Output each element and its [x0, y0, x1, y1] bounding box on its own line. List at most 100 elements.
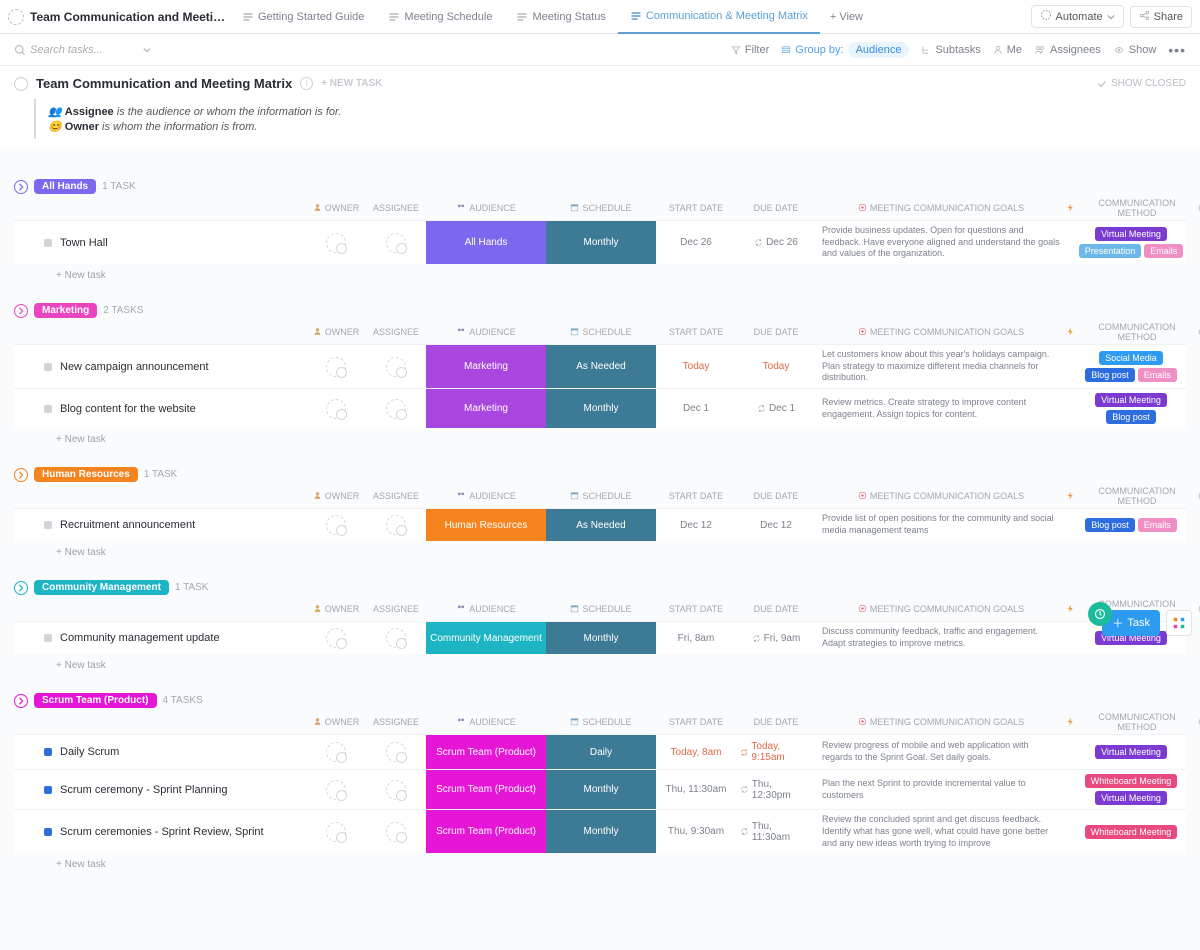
goals-cell[interactable]: Plan the next Sprint to provide incremen…: [816, 770, 1066, 809]
task-name-cell[interactable]: Community management update: [36, 622, 306, 654]
schedule-cell[interactable]: Monthly: [546, 221, 656, 264]
table-row[interactable]: Blog content for the websiteMarketingMon…: [14, 388, 1186, 428]
record-button[interactable]: [1088, 602, 1112, 626]
goals-cell[interactable]: Review progress of mobile and web applic…: [816, 735, 1066, 769]
owner-cell[interactable]: [306, 770, 366, 809]
avatar-placeholder-icon[interactable]: [326, 515, 346, 535]
add-column-button[interactable]: ⊕: [1196, 324, 1200, 340]
avatar-placeholder-icon[interactable]: [326, 822, 346, 842]
table-row[interactable]: Community management update Community Man…: [14, 621, 1186, 654]
task-name-cell[interactable]: Scrum ceremonies - Sprint Review, Sprint: [36, 810, 306, 853]
new-task-button[interactable]: + New task: [14, 428, 1186, 445]
table-row[interactable]: Town HallAll HandsMonthlyDec 26Dec 26Pro…: [14, 220, 1186, 264]
start-date-cell[interactable]: Thu, 11:30am: [656, 770, 736, 809]
schedule-cell[interactable]: Monthly: [546, 810, 656, 853]
collapse-icon[interactable]: [14, 581, 28, 595]
group-tag[interactable]: Human Resources: [34, 467, 138, 482]
method-tag[interactable]: Virtual Meeting: [1095, 745, 1167, 759]
new-task-header-button[interactable]: + NEW TASK: [321, 78, 382, 89]
group-header[interactable]: Marketing2 TASKS: [14, 303, 1186, 318]
schedule-cell[interactable]: Monthly: [546, 770, 656, 809]
status-square-icon[interactable]: [44, 634, 52, 642]
subtasks-button[interactable]: Subtasks: [915, 44, 986, 56]
more-menu[interactable]: •••: [1162, 42, 1192, 58]
collapse-icon[interactable]: [14, 468, 28, 482]
assignee-cell[interactable]: [366, 810, 426, 853]
new-task-button[interactable]: + New task: [14, 541, 1186, 558]
schedule-cell[interactable]: As Needed: [546, 509, 656, 541]
share-button[interactable]: Share: [1130, 6, 1192, 28]
start-date-cell[interactable]: Dec 1: [656, 389, 736, 428]
goals-cell[interactable]: Provide business updates. Open for quest…: [816, 221, 1066, 264]
due-date-cell[interactable]: Today, 9:15am: [736, 735, 816, 769]
status-square-icon[interactable]: [44, 748, 52, 756]
method-tag[interactable]: Virtual Meeting: [1095, 791, 1167, 805]
group-tag[interactable]: Community Management: [34, 580, 169, 595]
assignee-cell[interactable]: [366, 622, 426, 654]
avatar-placeholder-icon[interactable]: [386, 628, 406, 648]
audience-cell[interactable]: Marketing: [426, 389, 546, 428]
add-column-button[interactable]: ⊕: [1196, 714, 1200, 730]
group-header[interactable]: Community Management1 TASK: [14, 580, 1186, 595]
search-input[interactable]: Search tasks...: [8, 44, 143, 56]
assignee-cell[interactable]: [366, 221, 426, 264]
method-cell[interactable]: Blog postEmails: [1066, 509, 1196, 541]
start-date-cell[interactable]: Today: [656, 345, 736, 388]
avatar-placeholder-icon[interactable]: [386, 399, 406, 419]
table-row[interactable]: Daily Scrum Scrum Team (Product)Daily Toda…: [14, 734, 1186, 769]
collapse-icon[interactable]: [14, 304, 28, 318]
schedule-cell[interactable]: Daily: [546, 735, 656, 769]
task-name-cell[interactable]: Scrum ceremony - Sprint Planning: [36, 770, 306, 809]
me-button[interactable]: Me: [987, 44, 1028, 56]
add-column-button[interactable]: ⊕: [1196, 200, 1200, 216]
new-task-fab[interactable]: ＋Task: [1102, 610, 1160, 636]
goals-cell[interactable]: Let customers know about this year's hol…: [816, 345, 1066, 388]
schedule-cell[interactable]: Monthly: [546, 389, 656, 428]
method-tag[interactable]: Virtual Meeting: [1095, 227, 1167, 241]
audience-cell[interactable]: Community Management: [426, 622, 546, 654]
goals-cell[interactable]: Review the concluded sprint and get disc…: [816, 810, 1066, 853]
due-date-cell[interactable]: Thu, 11:30am: [736, 810, 816, 853]
table-row[interactable]: Recruitment announcementHuman ResourcesA…: [14, 508, 1186, 541]
method-tag[interactable]: Social Media: [1099, 351, 1163, 365]
table-row[interactable]: New campaign announcementMarketingAs Nee…: [14, 344, 1186, 388]
method-cell[interactable]: Virtual MeetingPresentationEmails: [1066, 221, 1196, 264]
add-view-button[interactable]: + View: [820, 11, 873, 23]
avatar-placeholder-icon[interactable]: [386, 822, 406, 842]
avatar-placeholder-icon[interactable]: [386, 357, 406, 377]
group-tag[interactable]: All Hands: [34, 179, 96, 194]
group-tag[interactable]: Scrum Team (Product): [34, 693, 157, 708]
assignee-cell[interactable]: [366, 735, 426, 769]
due-date-cell[interactable]: Dec 1: [736, 389, 816, 428]
task-name-cell[interactable]: Recruitment announcement: [36, 509, 306, 541]
task-name-cell[interactable]: Daily Scrum: [36, 735, 306, 769]
info-icon[interactable]: i: [300, 77, 313, 90]
start-date-cell[interactable]: Dec 26: [656, 221, 736, 264]
group-by-button[interactable]: Group by: Audience: [775, 42, 915, 58]
method-tag[interactable]: Emails: [1144, 244, 1183, 258]
method-tag[interactable]: Emails: [1138, 368, 1177, 382]
automate-button[interactable]: Automate: [1031, 5, 1124, 28]
status-square-icon[interactable]: [44, 405, 52, 413]
audience-cell[interactable]: Scrum Team (Product): [426, 735, 546, 769]
status-square-icon[interactable]: [44, 521, 52, 529]
due-date-cell[interactable]: Thu, 12:30pm: [736, 770, 816, 809]
method-tag[interactable]: Whiteboard Meeting: [1085, 825, 1178, 839]
doc-title[interactable]: Team Communication and Meeting Ma...: [30, 10, 230, 24]
add-column-button[interactable]: ⊕: [1196, 601, 1200, 617]
owner-cell[interactable]: [306, 389, 366, 428]
owner-cell[interactable]: [306, 810, 366, 853]
avatar-placeholder-icon[interactable]: [326, 233, 346, 253]
method-tag[interactable]: Emails: [1138, 518, 1177, 532]
status-circle-icon[interactable]: [14, 77, 28, 91]
group-header[interactable]: All Hands1 TASK: [14, 179, 1186, 194]
status-square-icon[interactable]: [44, 363, 52, 371]
audience-cell[interactable]: All Hands: [426, 221, 546, 264]
method-cell[interactable]: Whiteboard MeetingVirtual Meeting: [1066, 770, 1196, 809]
task-name-cell[interactable]: Town Hall: [36, 221, 306, 264]
method-cell[interactable]: Whiteboard Meeting: [1066, 810, 1196, 853]
due-date-cell[interactable]: Dec 12: [736, 509, 816, 541]
add-column-button[interactable]: ⊕: [1196, 488, 1200, 504]
group-tag[interactable]: Marketing: [34, 303, 97, 318]
method-tag[interactable]: Blog post: [1085, 368, 1135, 382]
